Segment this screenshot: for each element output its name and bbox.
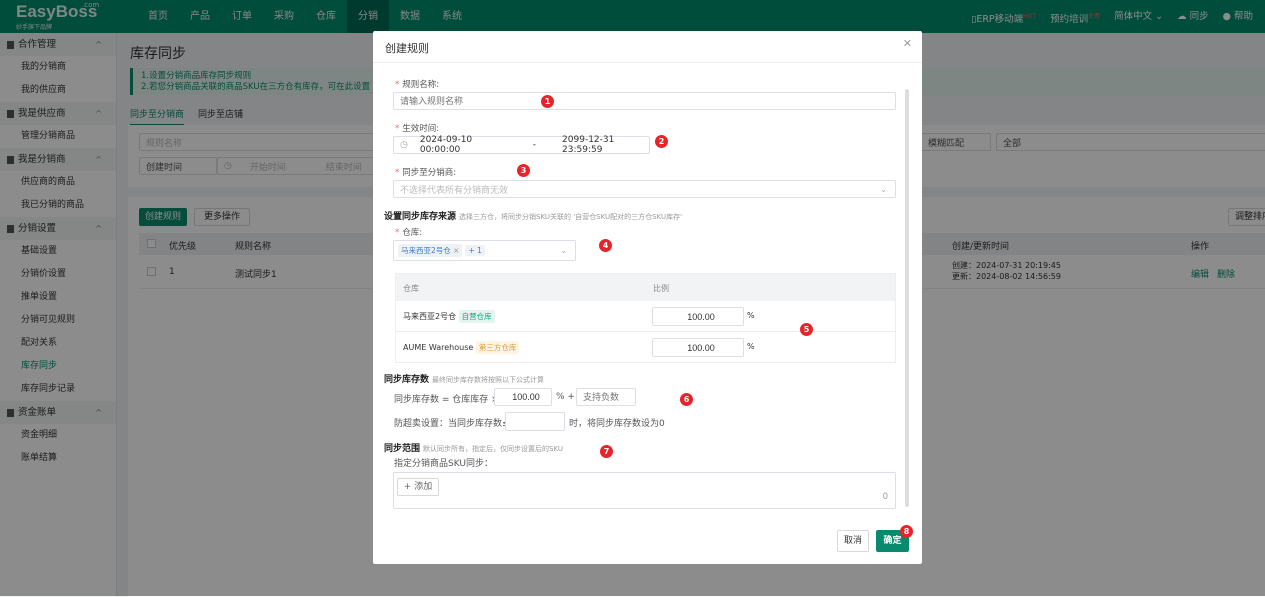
formula-ratio-input[interactable] [494, 388, 552, 406]
warehouse-ratio-table: 仓库 比例 马来西亚2号仓 自营仓库 % AUME Warehouse 第三方仓… [395, 273, 896, 363]
rule-name-input[interactable] [393, 92, 896, 110]
col-warehouse: 仓库 [403, 284, 419, 293]
annotation-badge: 3 [517, 164, 530, 177]
ratio-input[interactable] [652, 338, 744, 357]
table-row: AUME Warehouse 第三方仓库 % [396, 332, 895, 363]
annotation-badge: 2 [655, 135, 668, 148]
formula-plus: % + [556, 392, 575, 402]
sku-count: 0 [882, 492, 888, 502]
end-time[interactable]: 2099-12-31 23:59:59 [562, 135, 649, 155]
warehouse-label: * 仓库: [395, 228, 423, 238]
warehouse-name: AUME Warehouse 第三方仓库 [403, 341, 520, 354]
col-ratio: 比例 [653, 284, 669, 293]
effective-time-label: * 生效时间: [395, 124, 440, 134]
sku-list-box: + 添加 0 [393, 472, 896, 509]
section-hint: 默认同步所有，指定后，仅同步设置后的SKU [423, 445, 563, 453]
close-icon[interactable]: ✕ [903, 37, 912, 50]
ratio-input[interactable] [652, 307, 744, 326]
clock-icon: ◷ [400, 140, 408, 150]
label-text: 生效时间: [402, 124, 440, 134]
divider [373, 62, 922, 63]
effective-time-range[interactable]: ◷ 2024-09-10 00:00:00 - 2099-12-31 23:59… [393, 135, 650, 155]
annotation-badge: 4 [599, 239, 612, 252]
formula-text: 同步库存数 = 仓库库存 × [394, 395, 499, 405]
warehouse-name: 马来西亚2号仓 自营仓库 [403, 310, 495, 323]
offset-input[interactable] [576, 388, 636, 406]
annotation-badge: 1 [541, 95, 554, 108]
label-text: 规则名称: [402, 80, 440, 90]
percent-unit: % [747, 342, 755, 351]
dialog-title: 创建规则 [385, 42, 429, 55]
scrollbar[interactable] [905, 89, 909, 507]
name: 马来西亚2号仓 [403, 312, 457, 321]
section-title: 同步库存数 [384, 375, 430, 385]
close-icon[interactable]: × [453, 246, 459, 255]
section-hint: 选择三方仓，将同步分销SKU关联的 '自营仓SKU配对的三方仓SKU库存' [459, 213, 682, 221]
annotation-badge: 8 [900, 525, 913, 538]
label-text: 同步至分销商: [402, 168, 457, 178]
name: AUME Warehouse [403, 343, 474, 352]
qty-section-title: 同步库存数 最终同步库存数将按照以下公式计算 [384, 372, 544, 385]
table-row: 马来西亚2号仓 自营仓库 % [396, 301, 895, 332]
warehouse-tag: 马来西亚2号仓 × [398, 244, 463, 257]
tag-label: 马来西亚2号仓 [401, 246, 451, 255]
placeholder: 不选择代表所有分销商无效 [400, 185, 509, 196]
rule-name-label: * 规则名称: [395, 80, 440, 90]
scope-section-title: 同步范围 默认同步所有，指定后，仅同步设置后的SKU [384, 441, 563, 454]
range-separator: - [532, 140, 537, 150]
percent-unit: % [747, 311, 755, 320]
section-title: 同步范围 [384, 444, 421, 454]
distributor-select[interactable]: 不选择代表所有分销商无效 ⌄ [393, 180, 896, 198]
section-title: 设置同步库存来源 [384, 212, 457, 222]
annotation-badge: 7 [600, 445, 613, 458]
oversell-threshold-input[interactable] [505, 412, 565, 431]
chevron-down-icon: ⌄ [880, 184, 887, 194]
oversell-prefix: 防超卖设置：当同步库存数≤ [394, 419, 510, 429]
table-header: 仓库 比例 [396, 274, 895, 301]
source-section-title: 设置同步库存来源 选择三方仓，将同步分销SKU关联的 '自营仓SKU配对的三方仓S… [384, 209, 682, 222]
third-party-warehouse-tag: 第三方仓库 [475, 341, 520, 354]
more-tag: + 1 [465, 245, 485, 256]
label-text: 仓库: [402, 228, 423, 238]
create-rule-dialog: 创建规则 ✕ *规则名称: *生效时间: ◷ 2024-09-10 00:00:… [373, 31, 922, 564]
chevron-down-icon: ⌄ [560, 246, 567, 255]
distributor-label: * 同步至分销商: [395, 168, 457, 178]
oversell-suffix: 时，将同步库存数设为0 [569, 419, 665, 429]
cancel-button[interactable]: 取消 [837, 530, 869, 552]
start-time[interactable]: 2024-09-10 00:00:00 [420, 135, 507, 155]
annotation-badge: 6 [680, 393, 693, 406]
annotation-badge: 5 [800, 323, 813, 336]
section-hint: 最终同步库存数将按照以下公式计算 [432, 376, 545, 384]
self-warehouse-tag: 自营仓库 [458, 310, 495, 323]
add-sku-button[interactable]: + 添加 [397, 478, 439, 496]
scope-label: 指定分销商品SKU同步： [394, 459, 493, 469]
warehouse-select[interactable]: 马来西亚2号仓 × + 1 ⌄ [393, 240, 576, 261]
